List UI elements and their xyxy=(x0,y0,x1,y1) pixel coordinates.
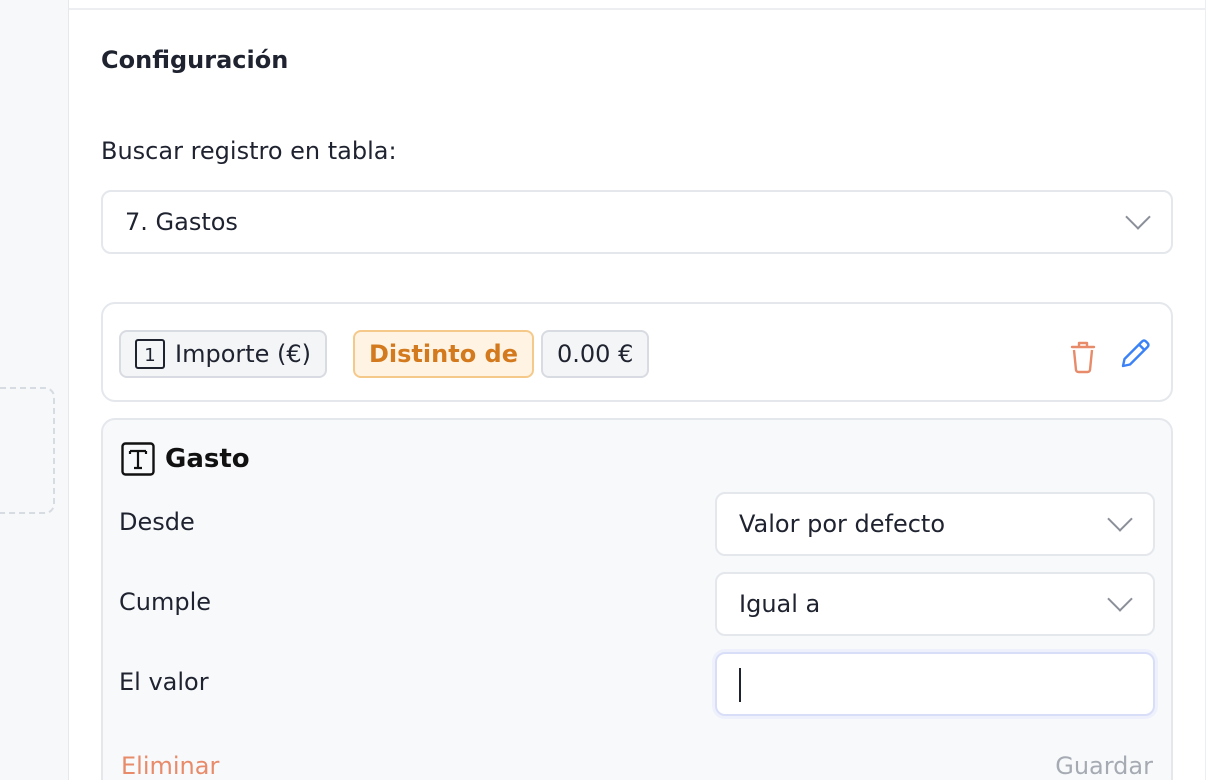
condition-card: 1 Importe (€) Distinto de 0.00 € xyxy=(101,302,1173,402)
chevron-down-icon xyxy=(1107,506,1133,532)
text-type-icon xyxy=(121,442,155,476)
condition-field-chip[interactable]: 1 Importe (€) xyxy=(119,330,328,378)
edit-field-name: Gasto xyxy=(165,444,250,474)
panel-top-divider xyxy=(69,8,1205,10)
desde-select[interactable]: Valor por defecto xyxy=(715,492,1155,556)
condition-value-chip[interactable]: 0.00 € xyxy=(541,330,650,378)
desde-label: Desde xyxy=(119,508,195,536)
condition-value-label: 0.00 € xyxy=(557,340,634,368)
desde-select-value: Valor por defecto xyxy=(739,510,946,538)
edit-condition-card: Gasto Desde Valor por defecto Cumple Igu… xyxy=(101,418,1173,780)
condition-operator-chip[interactable]: Distinto de xyxy=(353,330,534,378)
chevron-down-icon xyxy=(1125,204,1151,230)
cumple-select-value: Igual a xyxy=(739,590,821,618)
dropzone-placeholder xyxy=(0,387,55,514)
condition-operator-label: Distinto de xyxy=(369,340,518,368)
valor-label: El valor xyxy=(119,668,209,696)
table-select[interactable]: 7. Gastos xyxy=(101,190,1173,254)
trash-icon[interactable] xyxy=(1063,336,1103,376)
save-button[interactable]: Guardar xyxy=(1055,752,1153,780)
cumple-select[interactable]: Igual a xyxy=(715,572,1155,636)
cumple-label: Cumple xyxy=(119,588,212,616)
edit-field-header: Gasto xyxy=(121,442,250,476)
config-panel: Configuración Buscar registro en tabla: … xyxy=(68,0,1206,780)
panel-title: Configuración xyxy=(101,46,289,74)
delete-button[interactable]: Eliminar xyxy=(121,752,219,780)
chevron-down-icon xyxy=(1107,586,1133,612)
condition-field-label: Importe (€) xyxy=(175,340,312,368)
valor-input[interactable] xyxy=(715,652,1155,716)
search-table-label: Buscar registro en tabla: xyxy=(101,137,397,165)
pencil-icon[interactable] xyxy=(1115,334,1155,374)
number-type-icon: 1 xyxy=(135,339,165,369)
text-caret xyxy=(739,668,741,702)
table-select-value: 7. Gastos xyxy=(125,208,238,236)
